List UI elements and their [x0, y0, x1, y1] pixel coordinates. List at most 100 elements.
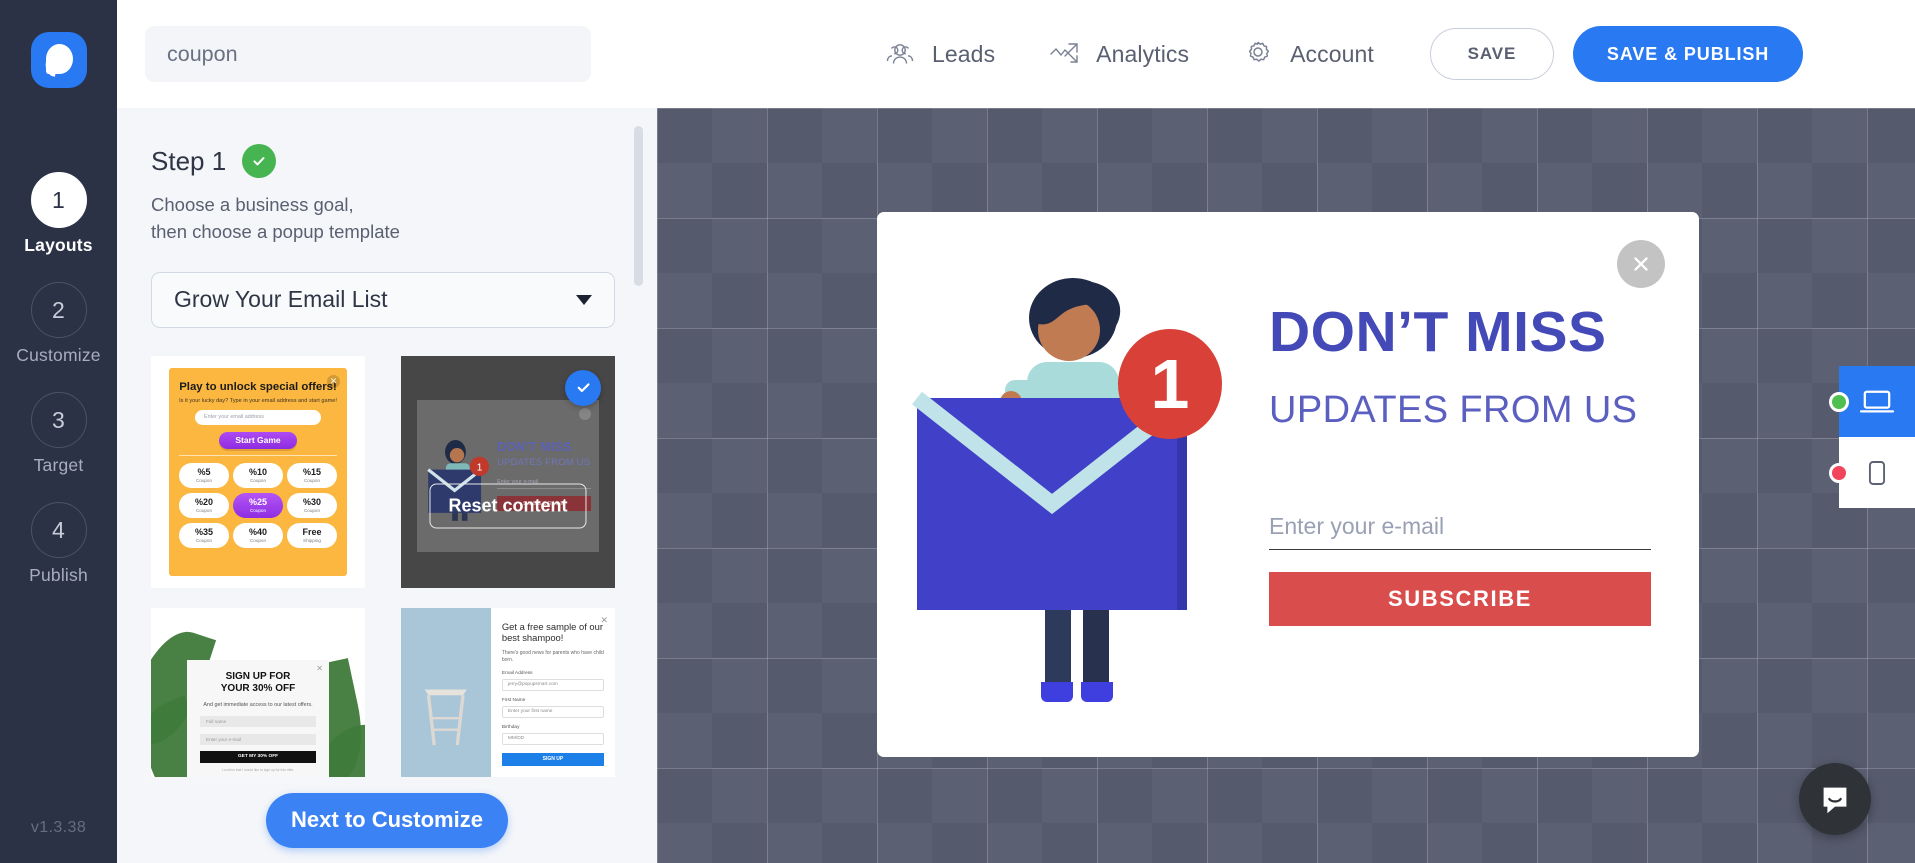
nav-item-account[interactable]: Account [1241, 37, 1374, 71]
analytics-chart-icon [1047, 37, 1081, 71]
popup-builder-app: 1 Layouts 2 Customize 3 Target 4 Publish… [0, 0, 1915, 863]
template-card-play-to-unlock-coupon-game[interactable]: ✕ Play to unlock special offers! Is it y… [151, 355, 365, 588]
laptop-icon [1859, 390, 1895, 412]
preview-canvas[interactable]: 1 DON’T MISS UPDATES FROM US SUBSCRIBE [657, 108, 1915, 863]
template-selected-check-icon [565, 369, 601, 406]
step-description: Choose a business goal, then choose a po… [151, 192, 623, 246]
popup-heading: DON’T MISS [1269, 300, 1607, 364]
template-subheading: UPDATES FROM US [497, 457, 591, 469]
sidebar-item-target[interactable]: 3 Target [0, 392, 117, 476]
mobile-status-dot [1829, 462, 1849, 483]
popup-content: DON’T MISS UPDATES FROM US SUBSCRIBE [1269, 212, 1699, 757]
template-consent-note: I confirm that I would like to sign up f… [221, 767, 295, 772]
template-signup-button: SIGN UP [501, 752, 604, 766]
template-close-icon: ✕ [316, 663, 323, 673]
svg-text:1: 1 [477, 462, 483, 473]
nav-item-analytics[interactable]: Analytics [1047, 37, 1189, 71]
users-icon [883, 37, 917, 71]
page-title: Step 1 [151, 145, 227, 176]
coupon-amount: %35 [194, 527, 213, 538]
reset-content-button[interactable]: Reset content [429, 483, 587, 529]
step-header: Step 1 [151, 144, 623, 178]
template-cta-button: GET MY 30% OFF [200, 750, 316, 763]
popup-subheading: UPDATES FROM US [1269, 389, 1638, 431]
template-card-sign-up-30-percent-off[interactable]: ✕ SIGN UP FOR YOUR 30% OFF And get immed… [151, 607, 365, 777]
step-number-3: 3 [30, 392, 87, 448]
popup-email-field[interactable] [1269, 504, 1651, 550]
template-heading: Get a free sample of our best shampoo! [501, 620, 603, 644]
coupon-cell: %10 Coupon [233, 462, 283, 488]
coupon-amount: %30 [302, 497, 321, 508]
save-and-publish-button[interactable]: SAVE & PUBLISH [1572, 26, 1804, 82]
device-option-desktop[interactable] [1829, 366, 1915, 437]
search-box[interactable] [145, 26, 591, 82]
step-panel-scroll-area: Step 1 Choose a business goal, then choo… [117, 108, 657, 777]
template-coupon-grid: %5 Coupon %10 Coupon %15 Coupon %20 Coupon %… [179, 462, 337, 548]
coupon-label: Coupon [249, 507, 267, 513]
svg-text:1: 1 [1151, 345, 1190, 423]
nav-label-leads: Leads [932, 40, 996, 67]
coupon-cell: Free Shipping [287, 522, 337, 548]
coupon-label: Coupon [195, 477, 213, 483]
coupon-label: Coupon [249, 477, 267, 483]
coupon-label: Coupon [303, 477, 321, 483]
sidebar-item-layouts[interactable]: 1 Layouts [0, 172, 117, 256]
template-subheading: There's good news for parents who have c… [501, 650, 604, 663]
coupon-label: Shipping [303, 537, 321, 543]
coupon-label: Coupon [249, 537, 267, 543]
left-rail: 1 Layouts 2 Customize 3 Target 4 Publish… [0, 0, 117, 863]
save-button[interactable]: SAVE [1429, 28, 1554, 80]
chevron-down-icon [576, 294, 592, 305]
template-heading-line-2: YOUR 30% OFF [220, 683, 296, 695]
template-email-input: jerry@popupsmart.com [501, 678, 604, 691]
template-close-icon [579, 407, 591, 420]
nav-label-account: Account [1290, 40, 1374, 67]
coupon-cell: %5 Coupon [179, 462, 229, 488]
coupon-amount: %25 [248, 497, 267, 508]
next-to-customize-button[interactable]: Next to Customize [266, 792, 508, 848]
gear-icon [1241, 37, 1275, 71]
template-grid: ✕ Play to unlock special offers! Is it y… [151, 355, 623, 777]
logo-tail-shape [43, 61, 57, 77]
coupon-cell: %20 Coupon [179, 492, 229, 518]
popup-subscribe-button[interactable]: SUBSCRIBE [1269, 572, 1651, 626]
coupon-cell: %15 Coupon [287, 462, 337, 488]
panel-footer: Next to Customize [117, 777, 657, 863]
business-goal-select[interactable]: Grow Your Email List [151, 271, 615, 328]
intercom-chat-button[interactable] [1799, 763, 1871, 835]
step-number-2: 2 [30, 282, 87, 338]
sidebar-item-label-layouts: Layouts [24, 235, 93, 255]
device-option-mobile[interactable] [1829, 437, 1915, 508]
template-first-name-input: Enter your first name [501, 705, 604, 718]
popup-preview[interactable]: 1 DON’T MISS UPDATES FROM US SUBSCRIBE [877, 212, 1699, 757]
step-number-4: 4 [30, 502, 87, 558]
template-card-free-sample-shampoo[interactable]: ✕ Get a free sample of our best shampoo!… [401, 607, 615, 777]
device-switch [1829, 366, 1915, 508]
popup-email-input[interactable] [1269, 513, 1651, 540]
sidebar-item-customize[interactable]: 2 Customize [0, 282, 117, 366]
sidebar-item-label-publish: Publish [29, 565, 88, 585]
coupon-amount: Free [302, 527, 322, 538]
template-first-name-label: First Name [501, 697, 526, 703]
panel-scrollbar[interactable] [634, 126, 643, 286]
close-icon[interactable] [1617, 240, 1665, 288]
template-birthday-input: MM/DD [501, 732, 604, 745]
nav-item-leads[interactable]: Leads [883, 37, 995, 71]
template-email-field: Enter your e-mail [200, 733, 316, 745]
top-nav: Leads Analytics Account [883, 37, 1374, 71]
template-email-input: Enter your email address [195, 409, 321, 425]
template-heading: DON'T MISS [497, 440, 572, 455]
stool-illustration [424, 689, 468, 745]
nav-label-analytics: Analytics [1096, 40, 1190, 67]
search-input[interactable] [167, 41, 569, 67]
desktop-status-dot [1829, 391, 1849, 412]
template-email-label: Email Address [501, 670, 533, 676]
intercom-chat-icon [1823, 787, 1847, 814]
popupsmart-logo[interactable] [30, 32, 87, 88]
coupon-cell: %40 Coupon [233, 522, 283, 548]
coupon-amount: %10 [248, 467, 267, 478]
sidebar-item-publish[interactable]: 4 Publish [0, 502, 117, 586]
step-description-line-2: then choose a popup template [151, 220, 400, 242]
coupon-amount: %20 [194, 497, 213, 508]
template-card-dont-miss-updates[interactable]: 1 DON'T MISS UPDATES FROM US Enter your … [401, 355, 615, 588]
